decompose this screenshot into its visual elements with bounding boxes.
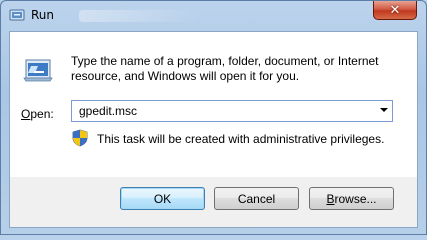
window-title: Run (31, 8, 55, 22)
uac-shield-icon (72, 129, 88, 147)
open-label-accelerator: O (21, 107, 31, 121)
title-bar[interactable]: Run ✕ (1, 1, 426, 31)
title-glass-reflection (79, 10, 199, 22)
open-combobox[interactable]: gpedit.msc (71, 100, 393, 122)
cancel-button-label: Cancel (237, 191, 276, 206)
close-button[interactable]: ✕ (373, 1, 417, 20)
browse-button-accelerator: B (326, 191, 335, 206)
dropdown-arrow-icon[interactable] (380, 108, 388, 112)
browse-button-rest: rowse... (334, 191, 377, 206)
open-input[interactable]: gpedit.msc (79, 104, 137, 118)
admin-privileges-note: This task will be created with administr… (97, 132, 385, 146)
run-icon (23, 59, 53, 82)
close-icon: ✕ (389, 2, 401, 18)
open-label-rest: pen: (30, 107, 54, 121)
browse-button[interactable]: Browse... (309, 187, 394, 210)
run-dialog-window: Run ✕ Type the name of a program, folder… (0, 0, 427, 235)
open-label: Open: (21, 107, 54, 121)
ok-button[interactable]: OK (120, 187, 205, 210)
ok-button-label: OK (153, 191, 172, 206)
dialog-content-panel: Type the name of a program, folder, docu… (10, 32, 417, 177)
run-app-icon (9, 9, 25, 21)
dialog-client-area: Type the name of a program, folder, docu… (9, 31, 418, 228)
cancel-button[interactable]: Cancel (214, 187, 299, 210)
browse-button-label: Browse... (326, 192, 376, 206)
instructions-text: Type the name of a program, folder, docu… (71, 54, 379, 83)
